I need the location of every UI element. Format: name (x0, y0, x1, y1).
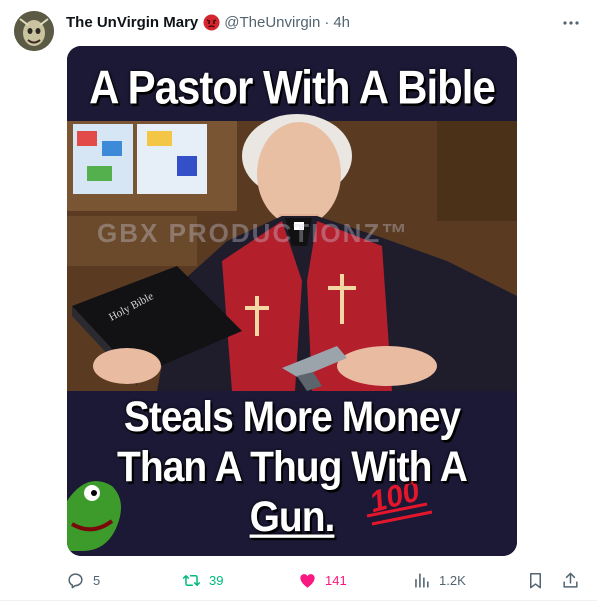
more-button[interactable] (556, 8, 586, 38)
action-bar: 5 39 141 1.2K (0, 566, 597, 594)
meme-bottom-line-3-text: Gun. (249, 493, 336, 542)
like-count: 141 (325, 572, 347, 588)
bookmark-button[interactable] (526, 566, 545, 594)
angry-face-emoji-icon (203, 14, 220, 31)
meme-bottom-line-3: Gun. (67, 494, 517, 542)
tweet-media[interactable]: 100 A Pastor With A Bible GBX PRODUCTION… (67, 46, 517, 556)
views-button[interactable]: 1.2K (412, 566, 466, 594)
timestamp[interactable]: 4h (333, 14, 350, 31)
more-dots-icon (563, 21, 579, 25)
repost-count: 39 (209, 572, 224, 588)
avatar[interactable] (14, 11, 54, 51)
tweet-header: The UnVirgin Mary @TheUnvirgin · 4h (66, 12, 350, 32)
share-button[interactable] (561, 566, 580, 594)
separator: · (324, 13, 330, 31)
meme-top-text: A Pastor With A Bible (89, 61, 496, 114)
repost-icon (182, 574, 201, 586)
heart-icon (300, 573, 315, 588)
reply-icon (68, 572, 83, 588)
avatar-image (14, 11, 54, 51)
meme-bottom-line-1: Steals More Money (123, 393, 461, 442)
like-button[interactable]: 141 (298, 566, 347, 594)
reply-button[interactable]: 5 (66, 566, 100, 594)
views-icon (415, 572, 429, 588)
divider (0, 600, 597, 601)
repost-button[interactable]: 39 (182, 566, 223, 594)
handle[interactable]: @TheUnvirgin (224, 14, 320, 31)
views-count: 1.2K (439, 572, 466, 588)
reply-count: 5 (93, 572, 101, 588)
bookmark-icon (529, 572, 542, 588)
share-icon (563, 572, 578, 588)
display-name[interactable]: The UnVirgin Mary (66, 14, 198, 31)
watermark-text: GBX PRODUCTIONZ™ (97, 218, 410, 248)
tweet: The UnVirgin Mary @TheUnvirgin · 4h 100 … (0, 0, 597, 603)
meme-bottom-line-2: Than A Thug With A (117, 443, 468, 492)
